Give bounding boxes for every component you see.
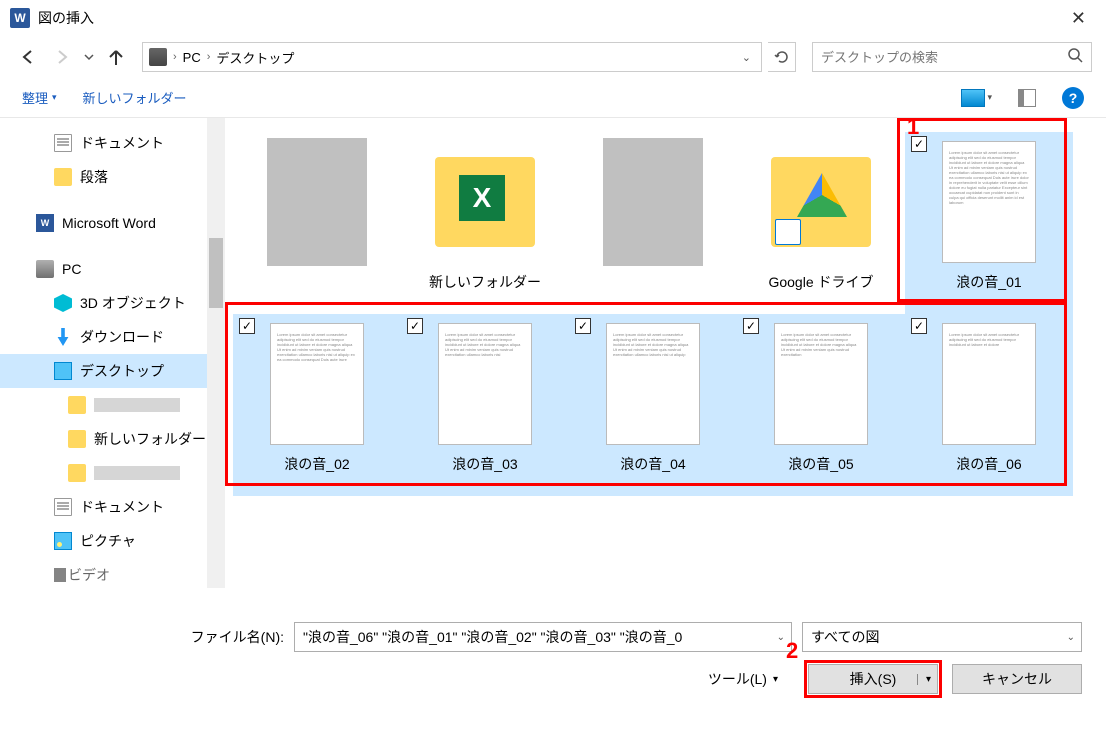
tree-documents2[interactable]: ドキュメント [0, 490, 207, 524]
word-icon: W [36, 214, 54, 232]
folder-icon [68, 396, 86, 414]
titlebar: W 図の挿入 ✕ [0, 0, 1106, 36]
tree-documents[interactable]: ドキュメント [0, 126, 207, 160]
checkbox-icon[interactable]: ✓ [911, 136, 927, 152]
file-item-gdrive[interactable]: Google ドライブ [737, 132, 905, 314]
tools-menu[interactable]: ツール(L)▾ [708, 669, 778, 689]
tree-new-folder[interactable]: 新しいフォルダー [0, 422, 207, 456]
checkbox-icon[interactable]: ✓ [743, 318, 759, 334]
filename-value: "浪の音_06" "浪の音_01" "浪の音_02" "浪の音_03" "浪の音… [303, 627, 682, 647]
breadcrumb-pc[interactable]: PC [183, 50, 201, 65]
address-dropdown-icon[interactable]: ⌄ [738, 51, 755, 64]
preview-pane-toggle[interactable] [1018, 89, 1036, 107]
navigation-bar: › PC › デスクトップ ⌄ [0, 36, 1106, 78]
chevron-down-icon[interactable]: ⌄ [777, 632, 785, 643]
chevron-icon: › [173, 51, 177, 63]
filename-label: ファイル名(N): [24, 627, 284, 647]
pc-icon [36, 260, 54, 278]
folder-icon [68, 430, 86, 448]
file-item-06[interactable]: ✓ Lorem ipsum dolor sit amet consectetur… [905, 314, 1073, 496]
tree-desktop[interactable]: デスクトップ [0, 354, 207, 388]
bottom-panel: ファイル名(N): "浪の音_06" "浪の音_01" "浪の音_02" "浪の… [0, 588, 1106, 706]
file-grid: 新しいフォルダー Google ドライブ ✓ Lorem ipsum dolor… [225, 118, 1106, 588]
organize-menu[interactable]: 整理 ▾ [22, 88, 57, 107]
tree-msword[interactable]: WMicrosoft Word [0, 206, 207, 240]
file-item-02[interactable]: ✓ Lorem ipsum dolor sit amet consectetur… [233, 314, 401, 496]
file-item-newfolder[interactable]: 新しいフォルダー [401, 132, 569, 314]
file-item-placeholder2[interactable] [569, 132, 737, 314]
toolbar: 整理 ▾ 新しいフォルダー ▾ ? [0, 78, 1106, 118]
navigation-tree: ドキュメント 段落 WMicrosoft Word PC 3D オブジェクト ダ… [0, 118, 207, 588]
search-icon[interactable] [1067, 47, 1083, 68]
tree-pc[interactable]: PC [0, 252, 207, 286]
file-item-placeholder[interactable] [233, 132, 401, 314]
tree-pictures[interactable]: ピクチャ [0, 524, 207, 558]
tree-3d-objects[interactable]: 3D オブジェクト [0, 286, 207, 320]
checkbox-icon[interactable]: ✓ [407, 318, 423, 334]
download-icon [54, 328, 72, 346]
search-box[interactable] [812, 42, 1092, 72]
view-icon [961, 89, 985, 107]
chevron-icon: › [207, 51, 211, 63]
file-item-04[interactable]: ✓ Lorem ipsum dolor sit amet consectetur… [569, 314, 737, 496]
recent-dropdown-icon[interactable] [82, 43, 96, 71]
checkbox-icon[interactable]: ✓ [575, 318, 591, 334]
cancel-button[interactable]: キャンセル [952, 664, 1082, 694]
insert-dropdown-icon[interactable]: ▾ [917, 674, 931, 685]
filename-combo[interactable]: "浪の音_06" "浪の音_01" "浪の音_02" "浪の音_03" "浪の音… [294, 622, 792, 652]
document-icon [54, 134, 72, 152]
refresh-button[interactable] [768, 42, 796, 72]
search-input[interactable] [821, 50, 1067, 65]
view-menu[interactable]: ▾ [961, 89, 992, 107]
tree-scrollbar[interactable] [207, 118, 225, 588]
insert-button[interactable]: 挿入(S) ▾ [808, 664, 938, 694]
folder-icon [68, 464, 86, 482]
forward-button[interactable] [48, 43, 76, 71]
file-item-05[interactable]: ✓ Lorem ipsum dolor sit amet consectetur… [737, 314, 905, 496]
chevron-down-icon[interactable]: ⌄ [1067, 632, 1075, 643]
file-item-01[interactable]: ✓ Lorem ipsum dolor sit amet consectetur… [905, 132, 1073, 314]
help-button[interactable]: ? [1062, 87, 1084, 109]
up-button[interactable] [102, 43, 130, 71]
back-button[interactable] [14, 43, 42, 71]
tree-subfolder-1[interactable] [0, 388, 207, 422]
file-filter-combo[interactable]: すべての図 ⌄ [802, 622, 1082, 652]
tree-videos[interactable]: ビデオ [0, 558, 207, 588]
tree-subfolder-3[interactable] [0, 456, 207, 490]
dialog-title: 図の挿入 [38, 8, 94, 28]
address-bar[interactable]: › PC › デスクトップ ⌄ [142, 42, 762, 72]
pc-icon [149, 48, 167, 66]
word-app-icon: W [10, 8, 30, 28]
checkbox-icon[interactable]: ✓ [239, 318, 255, 334]
document-icon [54, 498, 72, 516]
tree-danraku[interactable]: 段落 [0, 160, 207, 194]
pictures-icon [54, 532, 72, 550]
cube-icon [54, 294, 72, 312]
video-icon [54, 568, 60, 582]
desktop-icon [54, 362, 72, 380]
close-icon[interactable]: ✕ [1061, 4, 1096, 33]
new-folder-button[interactable]: 新しいフォルダー [83, 88, 187, 107]
tree-downloads[interactable]: ダウンロード [0, 320, 207, 354]
breadcrumb-desktop[interactable]: デスクトップ [216, 48, 294, 67]
filter-value: すべての図 [811, 627, 879, 647]
file-item-03[interactable]: ✓ Lorem ipsum dolor sit amet consectetur… [401, 314, 569, 496]
folder-icon [54, 168, 72, 186]
scrollbar-thumb[interactable] [209, 238, 223, 308]
checkbox-icon[interactable]: ✓ [911, 318, 927, 334]
